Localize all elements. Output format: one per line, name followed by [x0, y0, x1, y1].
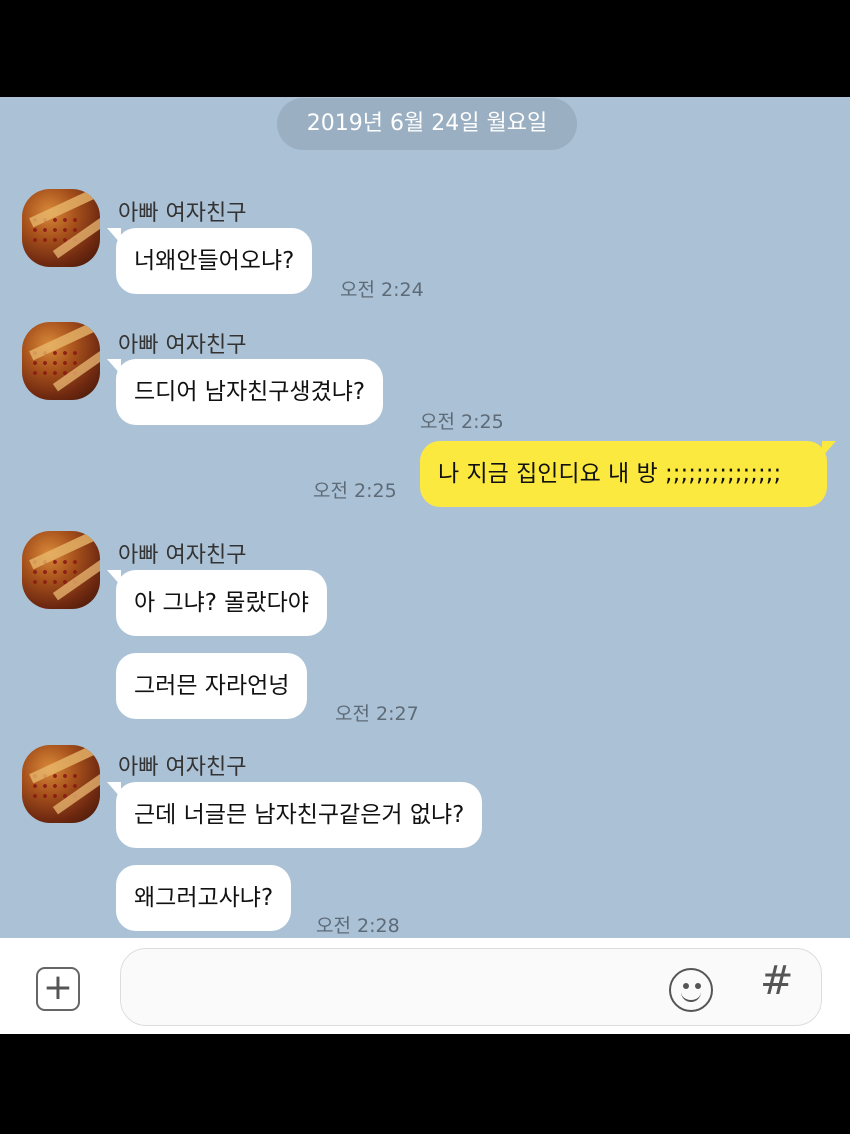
- plus-icon[interactable]: +: [36, 967, 80, 1011]
- emoji-eye-left: [683, 983, 689, 989]
- message-bubble[interactable]: 아 그냐? 몰랐다야: [107, 570, 327, 636]
- message-time: 오전 2:28: [316, 915, 400, 937]
- message-input-bar: + #: [0, 938, 850, 1034]
- sender-name: 아빠 여자친구: [118, 755, 247, 780]
- date-divider: 2019년 6월 24일 월요일: [277, 98, 577, 150]
- sender-name: 아빠 여자친구: [118, 543, 247, 568]
- hash-icon[interactable]: #: [760, 958, 794, 1004]
- sender-avatar[interactable]: [22, 531, 100, 609]
- message-time: 오전 2:25: [313, 480, 397, 502]
- sender-name: 아빠 여자친구: [118, 333, 247, 358]
- message-time: 오전 2:24: [340, 279, 424, 301]
- message-bubble[interactable]: 드디어 남자친구생겼냐?: [106, 359, 384, 425]
- sender-avatar[interactable]: [22, 189, 100, 267]
- sender-name: 아빠 여자친구: [118, 201, 247, 226]
- emoji-mouth: [681, 990, 701, 1002]
- emoji-icon[interactable]: [669, 968, 713, 1012]
- message-bubble[interactable]: 그러믄 자라언넝: [116, 653, 308, 719]
- message-time: 오전 2:25: [420, 411, 504, 433]
- sender-avatar[interactable]: [22, 745, 100, 823]
- message-time: 오전 2:27: [335, 703, 419, 725]
- my-message-bubble[interactable]: 나 지금 집인디요 내 방 ;;;;;;;;;;;;;;;: [420, 441, 836, 507]
- emoji-eye-right: [695, 983, 701, 989]
- sender-avatar[interactable]: [22, 322, 100, 400]
- chat-screen: 2019년 6월 24일 월요일 아빠 여자친구 너왜안들어오냐? 오전 2:2…: [0, 97, 850, 1032]
- message-bubble[interactable]: 너왜안들어오냐?: [106, 228, 313, 294]
- message-bubble[interactable]: 근데 너글믄 남자친구같은거 없냐?: [106, 782, 483, 848]
- message-input-field[interactable]: [120, 948, 822, 1026]
- message-bubble[interactable]: 왜그러고사냐?: [116, 865, 292, 931]
